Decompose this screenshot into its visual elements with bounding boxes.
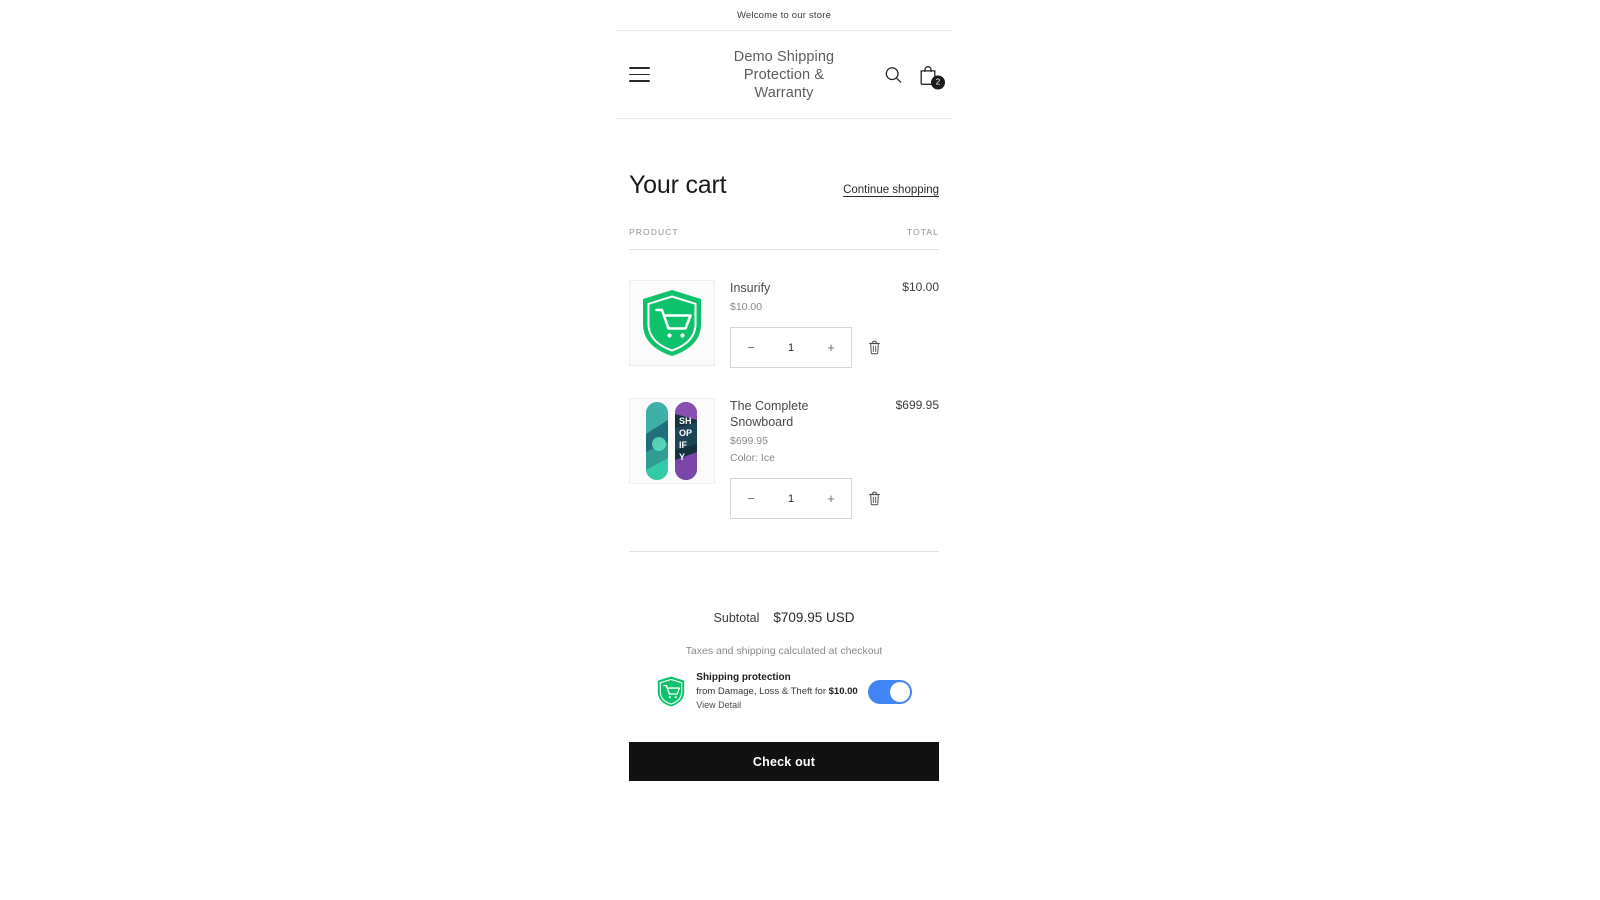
cart-header-row: Your cart Continue shopping xyxy=(629,171,939,200)
site-header: Demo Shipping Protection & Warranty 2 xyxy=(616,31,952,119)
shopping-bag-icon[interactable]: 2 xyxy=(918,64,945,89)
svg-text:Y: Y xyxy=(679,452,685,462)
cart-table-header: PRODUCT TOTAL xyxy=(629,227,939,250)
continue-shopping-link[interactable]: Continue shopping xyxy=(843,184,939,196)
header-icon-group: 2 xyxy=(884,64,945,89)
product-unit-price: $10.00 xyxy=(730,301,763,313)
hamburger-line xyxy=(629,67,650,69)
quantity-stepper[interactable]: − 1 + xyxy=(730,327,852,368)
cart-item-details: Insurify $10.00 $10.00 − 1 + xyxy=(715,280,939,368)
search-icon[interactable] xyxy=(884,65,903,84)
cart-item-list: Insurify $10.00 $10.00 − 1 + SH OP IF Y … xyxy=(629,250,939,519)
snowboard-pair-image: SH OP IF Y xyxy=(646,402,697,480)
quantity-value[interactable]: 1 xyxy=(788,342,794,354)
cart-item-details: The Complete Snowboard $699.95 Color: Ic… xyxy=(715,398,939,519)
protection-subtitle: from Damage, Loss & Theft for $10.00 xyxy=(696,685,857,699)
svg-text:IF: IF xyxy=(679,440,688,450)
product-unit-price: $699.95 xyxy=(730,435,768,447)
quantity-value[interactable]: 1 xyxy=(788,493,794,505)
checkout-button[interactable]: Check out xyxy=(629,742,939,781)
protection-subtitle-prefix: from Damage, Loss & Theft for xyxy=(696,686,829,697)
storefront-viewport: Welcome to our store Demo Shipping Prote… xyxy=(616,0,952,900)
product-line-total: $699.95 xyxy=(895,398,939,412)
product-name[interactable]: The Complete Snowboard xyxy=(730,398,840,430)
svg-text:SH: SH xyxy=(679,416,692,426)
product-line-total: $10.00 xyxy=(902,280,939,294)
quantity-row: − 1 + xyxy=(730,478,939,519)
store-title: Demo Shipping Protection & Warranty xyxy=(733,48,835,101)
view-detail-link[interactable]: View Detail xyxy=(696,699,857,712)
hamburger-line xyxy=(629,80,650,82)
increase-quantity-button[interactable]: + xyxy=(824,492,838,505)
trash-icon[interactable] xyxy=(868,340,881,355)
protection-text-block: Shipping protection from Damage, Loss & … xyxy=(696,671,857,712)
subtotal-row: Subtotal $709.95 USD xyxy=(629,610,939,625)
cart-page: Your cart Continue shopping PRODUCT TOTA… xyxy=(616,171,952,781)
subtotal-value: $709.95 USD xyxy=(773,610,855,625)
announcement-text: Welcome to our store xyxy=(736,9,832,21)
quantity-stepper[interactable]: − 1 + xyxy=(730,478,852,519)
product-name[interactable]: Insurify xyxy=(730,280,840,296)
decrease-quantity-button[interactable]: − xyxy=(744,341,758,354)
protection-amount: $10.00 xyxy=(828,686,858,697)
protection-toggle[interactable] xyxy=(867,679,912,704)
cart-count-badge: 2 xyxy=(931,75,945,89)
cart-items-divider xyxy=(629,551,939,552)
column-header-product: PRODUCT xyxy=(629,227,679,237)
shield-cart-logo-icon xyxy=(656,675,686,708)
product-thumbnail-snowboard[interactable]: SH OP IF Y xyxy=(629,398,715,484)
product-variant: Color: Ice xyxy=(730,452,775,464)
column-header-total: TOTAL xyxy=(906,227,939,237)
subtotal-label: Subtotal xyxy=(713,611,760,625)
cart-item: SH OP IF Y The Complete Snowboard $699.9… xyxy=(629,368,939,519)
hamburger-menu-icon[interactable] xyxy=(629,64,655,86)
tax-shipping-note: Taxes and shipping calculated at checkou… xyxy=(685,645,883,657)
page-title: Your cart xyxy=(629,171,727,199)
cart-totals: Subtotal $709.95 USD Taxes and shipping … xyxy=(629,610,939,657)
cart-item: Insurify $10.00 $10.00 − 1 + xyxy=(629,250,939,368)
decrease-quantity-button[interactable]: − xyxy=(744,492,758,505)
product-thumbnail-insurify[interactable] xyxy=(629,280,715,366)
shipping-protection-widget: Shipping protection from Damage, Loss & … xyxy=(629,671,939,712)
svg-text:OP: OP xyxy=(679,428,692,438)
increase-quantity-button[interactable]: + xyxy=(824,341,838,354)
page-root: Welcome to our store Demo Shipping Prote… xyxy=(0,0,1600,900)
hamburger-line xyxy=(629,73,650,76)
toggle-knob xyxy=(889,681,910,702)
trash-icon[interactable] xyxy=(868,491,881,506)
protection-title: Shipping protection xyxy=(696,672,791,683)
announcement-bar: Welcome to our store xyxy=(616,0,952,31)
shield-cart-logo-icon xyxy=(643,290,701,356)
quantity-row: − 1 + xyxy=(730,327,939,368)
